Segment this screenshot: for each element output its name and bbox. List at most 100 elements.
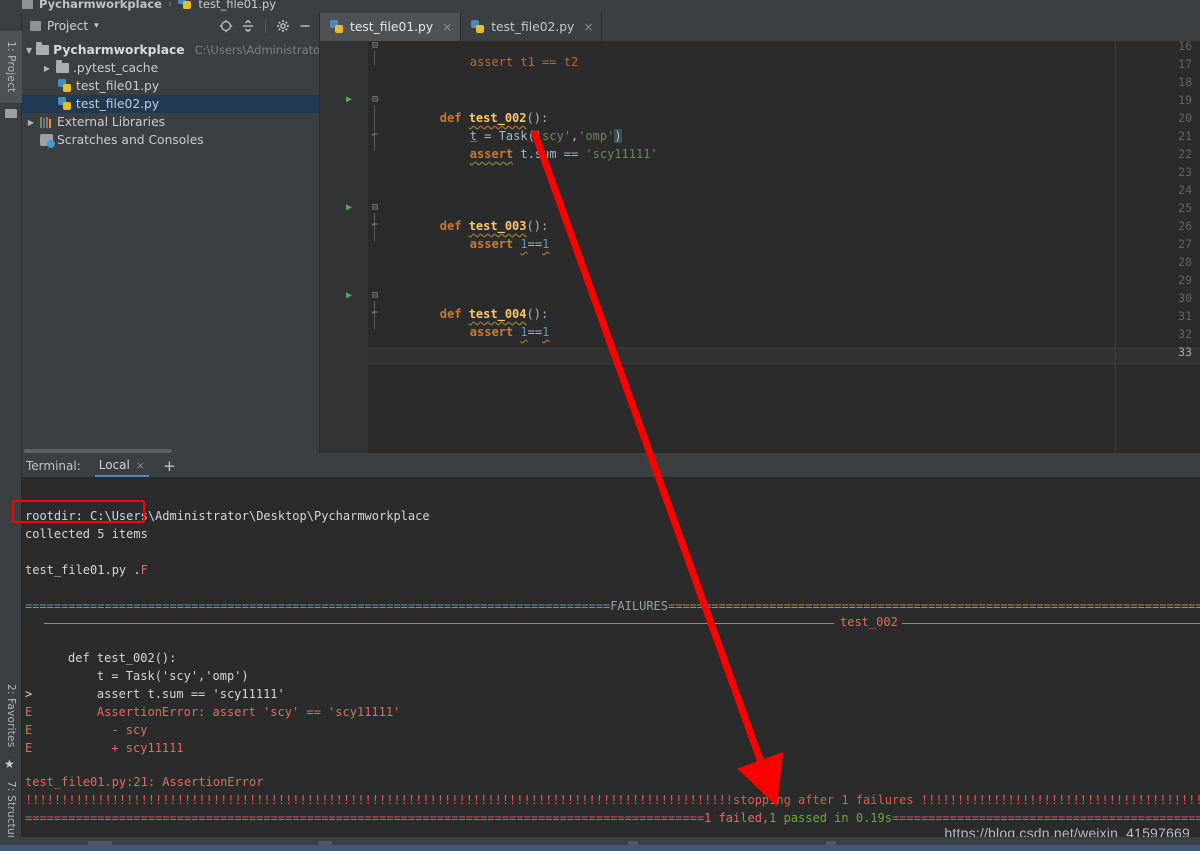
code-line-31: assert 1==1: [412, 305, 550, 339]
collapse-all-icon[interactable]: [240, 18, 256, 34]
tree-item-label: .pytest_cache: [73, 61, 159, 75]
run-test-icon[interactable]: ▶: [346, 199, 356, 217]
chevron-down-icon[interactable]: ▾: [94, 21, 99, 31]
summary-failed: 1 failed,: [704, 811, 770, 825]
fold-toggle-icon[interactable]: ⊟: [369, 287, 381, 305]
fold-end-icon[interactable]: ⌐: [369, 217, 381, 235]
fold-toggle-icon[interactable]: ⊟: [369, 199, 381, 217]
traceback-line: + scy11111: [68, 741, 184, 755]
code-line-19: def test_002():: [382, 91, 548, 125]
code-keyword-assert: assert: [469, 237, 521, 251]
terminal-tab-local[interactable]: Local ×: [94, 456, 150, 477]
chevron-down-icon[interactable]: ▼: [26, 46, 32, 55]
code-line-30: def test_004():: [382, 287, 548, 321]
sidebar-item-label: 2: Favorites: [5, 684, 17, 748]
line-number: 29: [1178, 273, 1192, 287]
title-separator: ›: [167, 0, 173, 10]
tab-test-file02[interactable]: test_file02.py ×: [461, 13, 603, 41]
code-text: t.sum ==: [513, 147, 586, 161]
target-icon[interactable]: [218, 18, 234, 34]
test-title-rule-right: [902, 623, 1200, 624]
line-number: 25: [1178, 201, 1192, 215]
project-horizontal-scrollbar[interactable]: [22, 447, 319, 454]
line-number: 16: [1178, 41, 1192, 53]
toolbar-divider: [265, 19, 266, 33]
tree-item-test-file01[interactable]: test_file01.py: [22, 77, 319, 95]
tree-item-pytest-cache[interactable]: ▶ .pytest_cache: [22, 59, 319, 77]
tree-item-test-file02[interactable]: test_file02.py: [22, 95, 319, 113]
tree-item-external-libraries[interactable]: ▶ External Libraries: [22, 113, 319, 131]
gear-icon[interactable]: [275, 18, 291, 34]
tree-item-label: Scratches and Consoles: [57, 133, 204, 147]
chevron-right-icon[interactable]: ▶: [26, 118, 36, 127]
code-line-25: def test_003():: [382, 199, 548, 233]
line-number: 22: [1178, 147, 1192, 161]
line-number: 26: [1178, 219, 1192, 233]
tree-item-label: Pycharmworkplace: [53, 43, 185, 57]
line-number: 17: [1178, 57, 1192, 71]
code-line-16: assert t1 == t2: [412, 41, 578, 69]
editor-area: test_file01.py × test_file02.py × 16 17 …: [320, 13, 1200, 453]
traceback-line: - scy: [68, 723, 148, 737]
close-icon[interactable]: ×: [442, 20, 452, 34]
code-editor[interactable]: 16 17 18 19 20 21 22 23 24 25 26 27 28 2…: [320, 41, 1200, 453]
terminal-fail-marker: F: [140, 563, 148, 577]
line-number: 28: [1178, 255, 1192, 269]
folder-icon: [5, 109, 17, 118]
title-open-file: test_file01.py: [198, 0, 277, 11]
tab-strip-filler: [602, 13, 1200, 41]
project-toolbar: Project ▾: [22, 13, 319, 39]
chevron-right-icon[interactable]: ▶: [42, 64, 52, 73]
line-number: 19: [1178, 93, 1192, 107]
code-text: ==: [527, 237, 543, 251]
bang-run-right: !!!!!!!!!!!!!!!!!!!!!!!!!!!!!!!!!!!!!!!!…: [920, 793, 1200, 807]
project-panel-title: Project: [47, 19, 89, 33]
line-number: 21: [1178, 129, 1192, 143]
terminal-line-collected: collected 5 items: [25, 527, 148, 541]
code-number: 1: [520, 237, 528, 251]
terminal-failures-divider: ========================================…: [25, 597, 1200, 615]
editor-gutter[interactable]: [320, 41, 368, 453]
line-number: 27: [1178, 237, 1192, 251]
terminal-text: test_file01.py .: [25, 563, 141, 577]
right-margin-guide: [1115, 41, 1116, 453]
current-line-highlight: [368, 347, 1200, 365]
fold-toggle-icon[interactable]: ⊟: [369, 91, 381, 109]
bang-run-left: !!!!!!!!!!!!!!!!!!!!!!!!!!!!!!!!!!!!!!!!…: [25, 793, 734, 807]
code-number: 1: [542, 325, 550, 339]
fold-end-icon[interactable]: ⌐: [369, 127, 381, 145]
sidebar-item-favorites[interactable]: 2: Favorites: [0, 673, 22, 759]
scrollbar-thumb[interactable]: [24, 449, 172, 453]
line-number: 31: [1178, 309, 1192, 323]
sidebar-item-label: 1: Project: [5, 41, 17, 93]
tab-label: test_file01.py: [350, 20, 434, 34]
line-number: 32: [1178, 327, 1192, 341]
close-icon[interactable]: ×: [136, 459, 145, 472]
run-test-icon[interactable]: ▶: [346, 91, 356, 109]
sidebar-item-label: 7: Structure: [5, 780, 17, 846]
close-icon[interactable]: ×: [583, 20, 593, 34]
folder-icon: [56, 60, 69, 73]
tree-item-pycharmworkplace[interactable]: ▼ Pycharmworkplace C:\Users\Administrato…: [22, 41, 369, 59]
python-file-icon: [471, 20, 485, 34]
fold-end-icon[interactable]: ⌐: [369, 305, 381, 323]
code-number: 1: [520, 325, 528, 339]
minimize-icon[interactable]: [297, 18, 313, 34]
divider-left: ========================================…: [25, 599, 611, 613]
tab-test-file01[interactable]: test_file01.py ×: [320, 13, 462, 41]
terminal-header: Terminal: Local × +: [22, 455, 1200, 477]
new-terminal-button[interactable]: +: [163, 459, 176, 474]
terminal-error-location: test_file01.py:21: AssertionError: [25, 775, 264, 789]
python-file-icon: [178, 0, 192, 10]
tree-item-scratches-and-consoles[interactable]: Scratches and Consoles: [22, 131, 319, 149]
terminal-output[interactable]: rootdir: C:\Users\Administrator\Desktop\…: [22, 477, 1200, 837]
fold-toggle-icon[interactable]: ⊟: [369, 41, 381, 55]
code-line-20: t = Task('scy','omp'): [412, 109, 622, 143]
terminal-label: Terminal:: [26, 459, 81, 473]
tree-item-label: External Libraries: [57, 115, 166, 129]
line-number: 30: [1178, 291, 1192, 305]
line-number: 18: [1178, 75, 1192, 89]
sidebar-item-project[interactable]: 1: Project: [0, 31, 22, 103]
run-test-icon[interactable]: ▶: [346, 287, 356, 305]
line-number: 24: [1178, 183, 1192, 197]
